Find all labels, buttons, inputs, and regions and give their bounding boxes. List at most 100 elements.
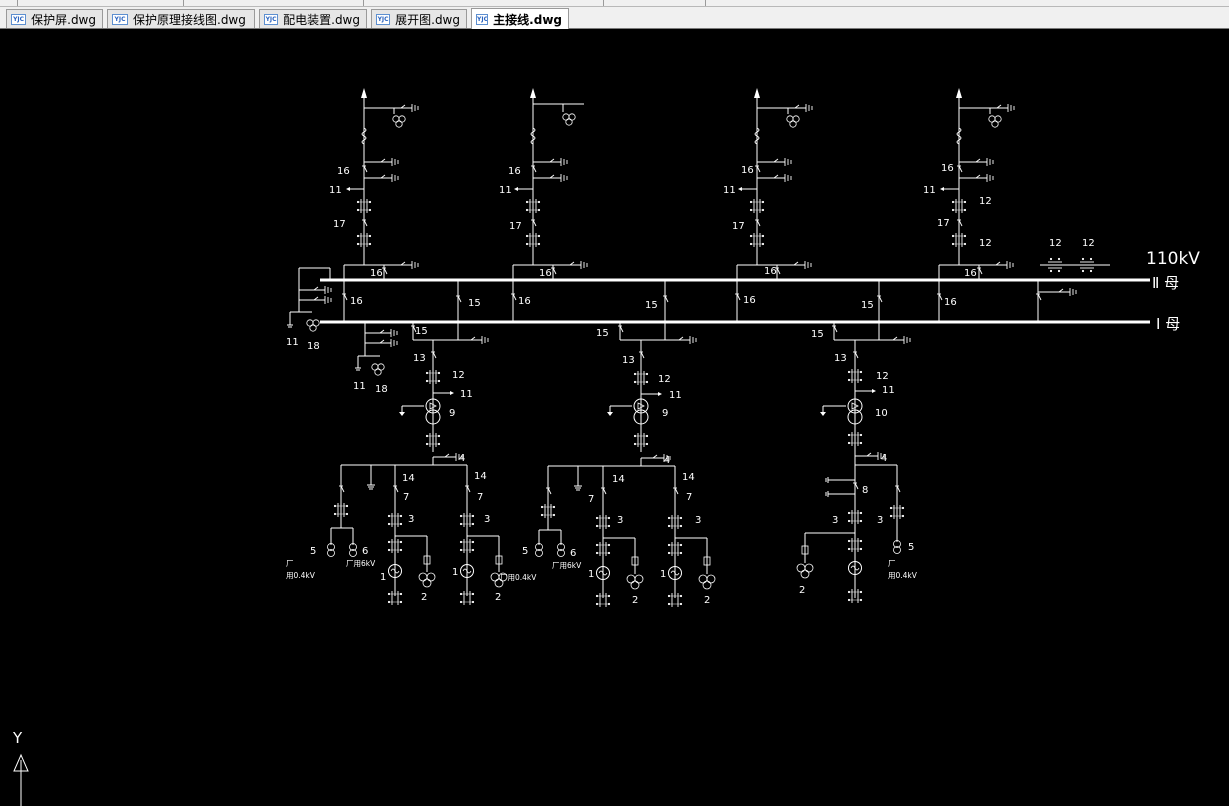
unit-a-label-11: 11	[460, 389, 473, 400]
unit-b-label-6: 6	[570, 548, 576, 559]
unit-b-label-4: 4	[664, 455, 670, 466]
feeder3-label-17: 17	[732, 221, 745, 232]
feeder-line-2	[510, 87, 588, 322]
feeder-line-3	[734, 87, 813, 322]
dwg-file-icon: YJC	[264, 13, 279, 25]
feeder3-bus-16a: 16	[764, 266, 777, 277]
unit-b-label-5: 5	[522, 546, 528, 557]
bus-2-label: Ⅱ 母	[1152, 274, 1179, 292]
aux-04kv-a1: 厂	[286, 559, 294, 568]
unit-b-label-11: 11	[669, 390, 682, 401]
bus-pt2-label-18: 18	[375, 384, 388, 395]
tab-baohu-yuanli[interactable]: YJC 保护原理接线图.dwg	[107, 9, 255, 28]
tab-label: 主接线.dwg	[493, 12, 562, 27]
unit-b-label-14a: 14	[612, 474, 625, 485]
tab-zhujiexian[interactable]: YJC 主接线.dwg	[471, 8, 569, 29]
tab-baohuping[interactable]: YJC 保护屏.dwg	[6, 9, 103, 28]
aux-04kv-b: 厂用0.4kV	[500, 573, 537, 582]
ucs-y-label: Y	[12, 729, 23, 747]
unit-a-label-7b: 7	[477, 492, 483, 503]
unit-b-label-12: 12	[658, 374, 671, 385]
bus-coupler	[1035, 257, 1110, 322]
aux-04kv-c1: 厂	[888, 559, 896, 568]
ucs-icon	[13, 753, 29, 806]
tab-peidian-zhuangzhi[interactable]: YJC 配电装置.dwg	[259, 9, 367, 28]
unit-c-label-10: 10	[875, 408, 888, 419]
aux-04kv-a2: 用0.4kV	[286, 571, 316, 580]
unit-b-label-1b: 1	[660, 569, 666, 580]
aux-6kv-a: 厂用6kV	[346, 559, 376, 568]
unit-a-label-14b: 14	[474, 471, 487, 482]
tab-zhankaitu[interactable]: YJC 展开图.dwg	[371, 9, 467, 28]
unit-c-label-12: 12	[876, 371, 889, 382]
feeder2-bus-16a: 16	[539, 268, 552, 279]
tab-label: 保护屏.dwg	[31, 12, 96, 27]
unit-b-label-2b: 2	[704, 595, 710, 606]
feeder2-label-11: 11	[499, 185, 512, 196]
unit-a-label-9: 9	[449, 408, 455, 419]
feeder1-bus-16b: 16	[350, 296, 363, 307]
unit-c-label-4: 4	[881, 453, 887, 464]
unit-a-label-1b: 1	[452, 567, 458, 578]
unit-a-label-7a: 7	[403, 492, 409, 503]
drawing-canvas[interactable]: 110kV Ⅱ 母 Ⅰ 母 16 11 17 16 16 16 11 17 16…	[0, 30, 1229, 806]
unit-c-label-8: 8	[862, 485, 868, 496]
bus-pt-label-18: 18	[307, 341, 320, 352]
feeder1-label-11: 11	[329, 185, 342, 196]
bus-1-label: Ⅰ 母	[1156, 315, 1180, 333]
unit-a-label-5: 5	[310, 546, 316, 557]
feeder4-bus-16b: 16	[944, 297, 957, 308]
unit-a-label-13: 13	[413, 353, 426, 364]
feeder4-label-17: 17	[937, 218, 950, 229]
aux-6kv-b: 厂用6kV	[552, 561, 582, 570]
tab-label: 展开图.dwg	[395, 12, 460, 27]
unit-a-label-2b: 2	[495, 592, 501, 603]
unit-c-label-13: 13	[834, 353, 847, 364]
feeder4-label-11: 11	[923, 185, 936, 196]
feeder-line-4	[936, 87, 1015, 322]
unit-c-label-11: 11	[882, 385, 895, 396]
bus-pt2-label-11: 11	[353, 381, 366, 392]
unit-a-label-2a: 2	[421, 592, 427, 603]
feeder1-bus-16a: 16	[370, 268, 383, 279]
unit-a-label-14a: 14	[402, 473, 415, 484]
single-line-diagram: 110kV Ⅱ 母 Ⅰ 母 16 11 17 16 16 16 11 17 16…	[12, 87, 1200, 806]
dwg-file-icon: YJC	[476, 13, 489, 25]
unit-c-label-5: 5	[908, 542, 914, 553]
unit-c-label-3a: 3	[832, 515, 838, 526]
unit-b-label-15b: 15	[645, 300, 658, 311]
coupler-label-12b: 12	[1082, 238, 1095, 249]
tab-label: 配电装置.dwg	[283, 12, 360, 27]
feeder4-label-12b: 12	[979, 238, 992, 249]
window-top-strip	[0, 0, 1229, 7]
unit-c-label-15: 15	[811, 329, 824, 340]
aux-04kv-c2: 用0.4kV	[888, 571, 918, 580]
unit-b-label-2a: 2	[632, 595, 638, 606]
unit-a-label-3a: 3	[408, 514, 414, 525]
feeder3-label-11: 11	[723, 185, 736, 196]
unit-a-label-4: 4	[459, 453, 465, 464]
voltage-label: 110kV	[1146, 249, 1200, 269]
dwg-file-icon: YJC	[11, 13, 27, 25]
coupler-label-12a: 12	[1049, 238, 1062, 249]
unit-b-label-3a: 3	[617, 515, 623, 526]
unit-a-label-1a: 1	[380, 572, 386, 583]
unit-b-label-14b: 14	[682, 472, 695, 483]
unit-b-label-1a: 1	[588, 569, 594, 580]
unit-a-label-15: 15	[415, 326, 428, 337]
feeder3-bus-16b: 16	[743, 295, 756, 306]
feeder2-label-16: 16	[508, 166, 521, 177]
bus-pt-label-11: 11	[286, 337, 299, 348]
unit-a-label-12: 12	[452, 370, 465, 381]
feeder4-label-12a: 12	[979, 196, 992, 207]
document-tab-bar: YJC 保护屏.dwg YJC 保护原理接线图.dwg YJC 配电装置.dwg…	[0, 7, 1229, 29]
feeder1-label-16: 16	[337, 166, 350, 177]
unit-a-label-15b: 15	[468, 298, 481, 309]
feeder2-label-17: 17	[509, 221, 522, 232]
unit-c-label-2: 2	[799, 585, 805, 596]
dwg-file-icon: YJC	[376, 13, 391, 25]
feeder3-label-16: 16	[741, 165, 754, 176]
unit-c-label-15b: 15	[861, 300, 874, 311]
dwg-file-icon: YJC	[112, 13, 128, 25]
unit-b-label-13: 13	[622, 355, 635, 366]
